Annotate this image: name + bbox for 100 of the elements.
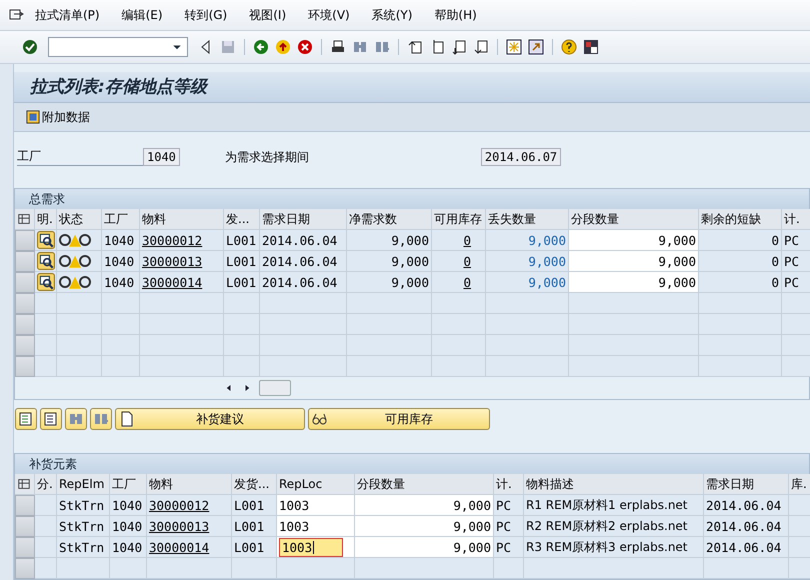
table-cell: StkTrn	[57, 537, 110, 558]
back-circle-icon[interactable]	[253, 39, 269, 55]
new-window-icon[interactable]	[506, 39, 522, 55]
column-header[interactable]: 工厂	[102, 209, 140, 230]
table-cell	[789, 516, 810, 537]
table-cell: PC	[494, 537, 524, 558]
quantity-input[interactable]: 9,000	[355, 537, 494, 558]
exit-circle-icon[interactable]	[275, 39, 291, 55]
table-cell: L001	[232, 516, 277, 537]
table-cell: 2014.06.04	[260, 230, 347, 251]
table-cell: 2014.06.04	[704, 495, 789, 516]
table-cell: StkTrn	[57, 495, 110, 516]
field-label: 为需求选择期间	[224, 148, 310, 166]
material-link[interactable]: 30000014	[149, 540, 210, 554]
quantity-input[interactable]: 9,000	[355, 495, 494, 516]
column-header[interactable]: 状态	[57, 209, 102, 230]
scrollbar-thumb[interactable]	[259, 380, 291, 396]
menu-item[interactable]: 视图(I)	[238, 6, 298, 24]
column-header[interactable]: 明.	[35, 209, 57, 230]
location-input[interactable]: 1003	[277, 495, 355, 516]
table-cell: 2014.06.04	[260, 272, 347, 293]
column-header[interactable]: 分.	[35, 474, 57, 495]
column-header[interactable]: 需求日期	[704, 474, 789, 495]
quantity-input[interactable]: 9,000	[569, 251, 699, 272]
column-header[interactable]: RepElm	[57, 474, 110, 495]
menu-item[interactable]: 帮助(H)	[423, 6, 488, 24]
column-header[interactable]: 可用库存	[432, 209, 486, 230]
quantity-input[interactable]: 9,000	[355, 516, 494, 537]
cancel-icon[interactable]	[297, 39, 313, 55]
table-cell: 9,000	[486, 272, 569, 293]
material-link[interactable]: 30000013	[149, 518, 210, 534]
page-icon	[119, 411, 135, 427]
menu-item[interactable]: 转到(G)	[174, 6, 238, 24]
table-cell: 0	[699, 251, 782, 272]
location-input[interactable]: 1003	[277, 516, 355, 537]
column-header[interactable]: 计.	[494, 474, 524, 495]
plant-field[interactable]: 1040	[143, 148, 180, 166]
previous-item-button[interactable]	[15, 408, 37, 430]
find-icon	[68, 411, 84, 427]
table-cell: R2 REM原材料2 erplabs.net	[524, 516, 704, 537]
material-link[interactable]: 30000012	[142, 232, 202, 248]
column-header[interactable]: 物料描述	[524, 474, 704, 495]
period-field[interactable]: 2014.06.07	[480, 148, 562, 166]
column-header[interactable]: 丢失数量	[486, 209, 569, 230]
column-header[interactable]: 剩余的短缺	[699, 209, 782, 230]
additional-data-button[interactable]: 附加数据	[24, 108, 92, 126]
quantity-input[interactable]: 9,000	[569, 230, 699, 251]
table-cell	[789, 537, 810, 558]
table-cell: R3 REM原材料3 erplabs.net	[524, 537, 704, 558]
find-next-button[interactable]	[90, 408, 112, 430]
table-cell: 1040	[102, 251, 140, 272]
stock-link[interactable]: 0	[463, 274, 471, 290]
stock-link[interactable]: 0	[463, 232, 471, 248]
layout-icon[interactable]	[583, 39, 599, 55]
find-icon[interactable]	[352, 39, 368, 55]
table-cell: 2014.06.04	[260, 251, 347, 272]
table-cell: 2014.06.04	[704, 516, 789, 537]
action-button[interactable]: 补货建议	[115, 408, 305, 430]
print-icon[interactable]	[330, 39, 346, 55]
table-cell: 1040	[110, 495, 147, 516]
next-item-button[interactable]	[40, 408, 62, 430]
stock-link[interactable]: 0	[463, 254, 471, 268]
column-header[interactable]: 物料	[140, 209, 224, 230]
focused-input[interactable]: 1003	[279, 538, 343, 556]
column-header[interactable]: 发...	[224, 209, 260, 230]
material-link[interactable]: 30000012	[149, 498, 210, 512]
shortcut-icon[interactable]	[528, 39, 544, 55]
table-cell: 1040	[102, 230, 140, 251]
command-field[interactable]	[48, 37, 188, 57]
column-settings-icon[interactable]	[17, 212, 31, 226]
table-cell: PC	[782, 230, 810, 251]
last-page-icon[interactable]	[473, 39, 489, 55]
column-header[interactable]: 计.	[782, 209, 810, 230]
table-cell: StkTrn	[57, 516, 110, 537]
column-header[interactable]: 库.	[789, 474, 810, 495]
action-button[interactable]: 可用库存	[308, 408, 490, 430]
column-header[interactable]: 分段数量	[355, 474, 494, 495]
column-header[interactable]: 需求日期	[260, 209, 347, 230]
quantity-input[interactable]: 9,000	[569, 272, 699, 293]
column-header[interactable]: 分段数量	[569, 209, 699, 230]
table-cell: 1040	[110, 537, 147, 558]
column-header[interactable]: 净需求数	[347, 209, 432, 230]
menu-item[interactable]: 环境(V)	[297, 6, 361, 24]
first-page-icon[interactable]	[407, 39, 423, 55]
find-next-icon[interactable]	[374, 39, 390, 55]
menu-item[interactable]: 编辑(E)	[110, 6, 174, 24]
menu-item[interactable]: 拉式清单(P)	[24, 6, 111, 24]
column-header[interactable]: 发货...	[232, 474, 277, 495]
check-icon[interactable]	[22, 39, 38, 55]
menu-item[interactable]: 系统(Y)	[360, 6, 424, 24]
column-header[interactable]: 物料	[147, 474, 232, 495]
material-link[interactable]: 30000013	[142, 254, 202, 268]
column-settings-icon[interactable]	[17, 477, 31, 491]
next-page-icon[interactable]	[451, 39, 467, 55]
material-link[interactable]: 30000014	[142, 274, 202, 290]
help-icon[interactable]	[561, 39, 577, 55]
table-cell	[789, 495, 810, 516]
column-header[interactable]: 工厂	[110, 474, 147, 495]
column-header[interactable]: RepLoc	[277, 474, 355, 495]
table-cell: 9,000	[486, 251, 569, 272]
